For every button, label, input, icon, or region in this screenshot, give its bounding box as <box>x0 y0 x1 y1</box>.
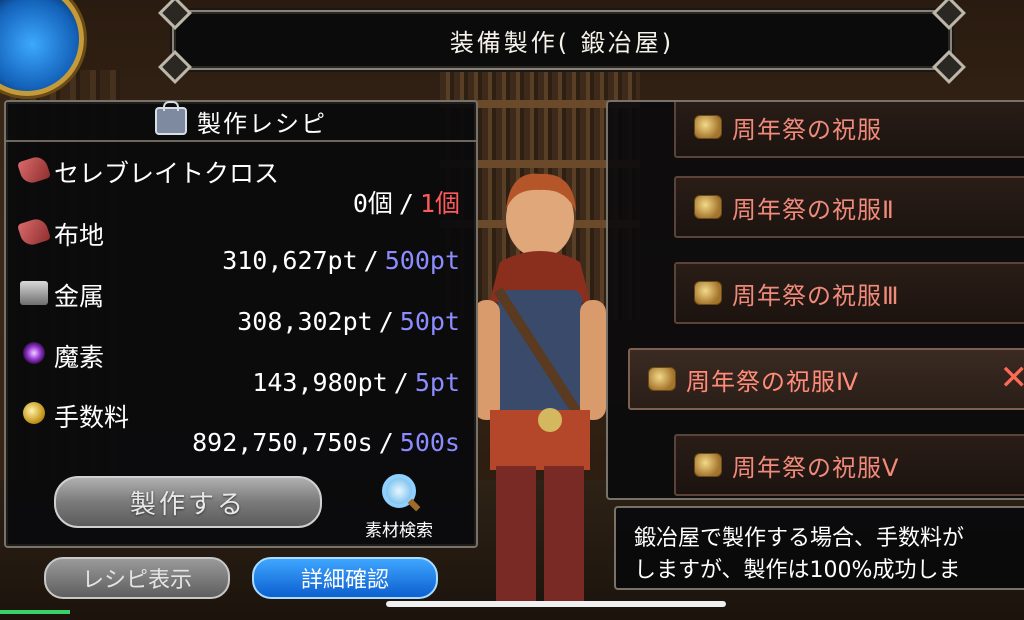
cloth-icon <box>16 216 52 248</box>
material-name: 手数料 <box>54 403 130 432</box>
list-item-selected[interactable]: 周年祭の祝服Ⅳ ✕ <box>628 348 1024 410</box>
separator: / <box>393 368 409 397</box>
material-name: 魔素 <box>54 343 105 372</box>
home-indicator[interactable] <box>386 601 726 607</box>
material-name: セレブレイトクロス <box>54 159 280 188</box>
item-label: 周年祭の祝服Ⅴ <box>732 453 900 482</box>
bag-icon <box>155 101 187 135</box>
separator: / <box>378 307 394 336</box>
material-row: 金属 308,302pt/50pt <box>20 277 460 339</box>
material-need: 500pt <box>384 246 460 275</box>
list-item[interactable]: 周年祭の祝服Ⅴ <box>674 434 1024 496</box>
material-amount: 143,980pt/5pt <box>252 368 460 397</box>
craft-button[interactable]: 製作する <box>54 476 322 528</box>
magnifier-icon <box>382 474 416 508</box>
item-label: 周年祭の祝服 <box>732 115 882 144</box>
material-name: 布地 <box>54 221 105 250</box>
material-row: 魔素 143,980pt/5pt <box>20 338 460 400</box>
material-have: 310,627pt <box>222 246 358 275</box>
cloth-icon <box>16 154 52 186</box>
separator: / <box>363 246 379 275</box>
material-have: 0個 <box>352 189 393 218</box>
coin-icon <box>23 402 45 424</box>
material-amount: 310,627pt/500pt <box>222 246 460 275</box>
material-need: 50pt <box>399 307 460 336</box>
close-icon[interactable]: ✕ <box>1000 358 1024 398</box>
recipe-header: 製作レシピ <box>6 101 476 142</box>
material-row: セレブレイトクロス 0個/1個 <box>16 154 460 218</box>
item-label: 周年祭の祝服Ⅱ <box>732 195 895 224</box>
material-need: 5pt <box>414 368 460 397</box>
material-amount: 0個/1個 <box>353 184 460 220</box>
recipe-title: 製作レシピ <box>197 109 327 138</box>
item-list-panel: 周年祭の祝服 周年祭の祝服Ⅱ 周年祭の祝服Ⅲ 周年祭の祝服Ⅳ ✕ 周年祭の祝服Ⅴ <box>606 100 1024 500</box>
scroll-icon <box>694 281 722 305</box>
item-label: 周年祭の祝服Ⅲ <box>732 281 900 310</box>
item-label: 周年祭の祝服Ⅳ <box>686 367 860 396</box>
metal-icon <box>20 281 48 305</box>
material-name: 金属 <box>54 282 105 311</box>
scroll-icon <box>694 453 722 477</box>
material-have: 308,302pt <box>237 307 373 336</box>
description-line: 鍛冶屋で製作する場合、手数料が <box>634 526 965 551</box>
material-search-button[interactable]: 素材検索 <box>354 474 444 541</box>
title-bar: 装備製作( 鍛冶屋) <box>158 0 966 84</box>
material-amount: 892,750,750s/500s <box>192 428 460 457</box>
material-row: 布地 310,627pt/500pt <box>16 216 460 278</box>
recipe-panel: 製作レシピ セレブレイトクロス 0個/1個 布地 310,627pt/500pt… <box>4 100 478 548</box>
scroll-icon <box>694 115 722 139</box>
scroll-icon <box>648 367 676 391</box>
material-amount: 308,302pt/50pt <box>237 307 460 336</box>
material-need: 500s <box>399 428 460 457</box>
recipe-view-button[interactable]: レシピ表示 <box>44 557 230 599</box>
description-panel: 鍛冶屋で製作する場合、手数料が しますが、製作は100%成功しま <box>614 506 1024 590</box>
list-item[interactable]: 周年祭の祝服Ⅱ <box>674 176 1024 238</box>
separator: / <box>398 189 414 218</box>
magic-orb-icon <box>23 342 45 364</box>
progress-indicator <box>0 610 70 614</box>
separator: / <box>378 428 394 457</box>
description-line: しますが、製作は100%成功しま <box>634 558 961 583</box>
material-row: 手数料 892,750,750s/500s <box>20 398 460 460</box>
material-have: 143,980pt <box>252 368 388 397</box>
blacksmith-character <box>474 173 606 606</box>
list-item[interactable]: 周年祭の祝服Ⅲ <box>674 262 1024 324</box>
scroll-icon <box>694 195 722 219</box>
page-title: 装備製作( 鍛冶屋) <box>449 28 675 57</box>
material-search-label: 素材検索 <box>365 521 433 541</box>
detail-check-button[interactable]: 詳細確認 <box>252 557 438 599</box>
list-item[interactable]: 周年祭の祝服 <box>674 102 1024 158</box>
material-need: 1個 <box>419 189 460 218</box>
material-have: 892,750,750s <box>192 428 373 457</box>
